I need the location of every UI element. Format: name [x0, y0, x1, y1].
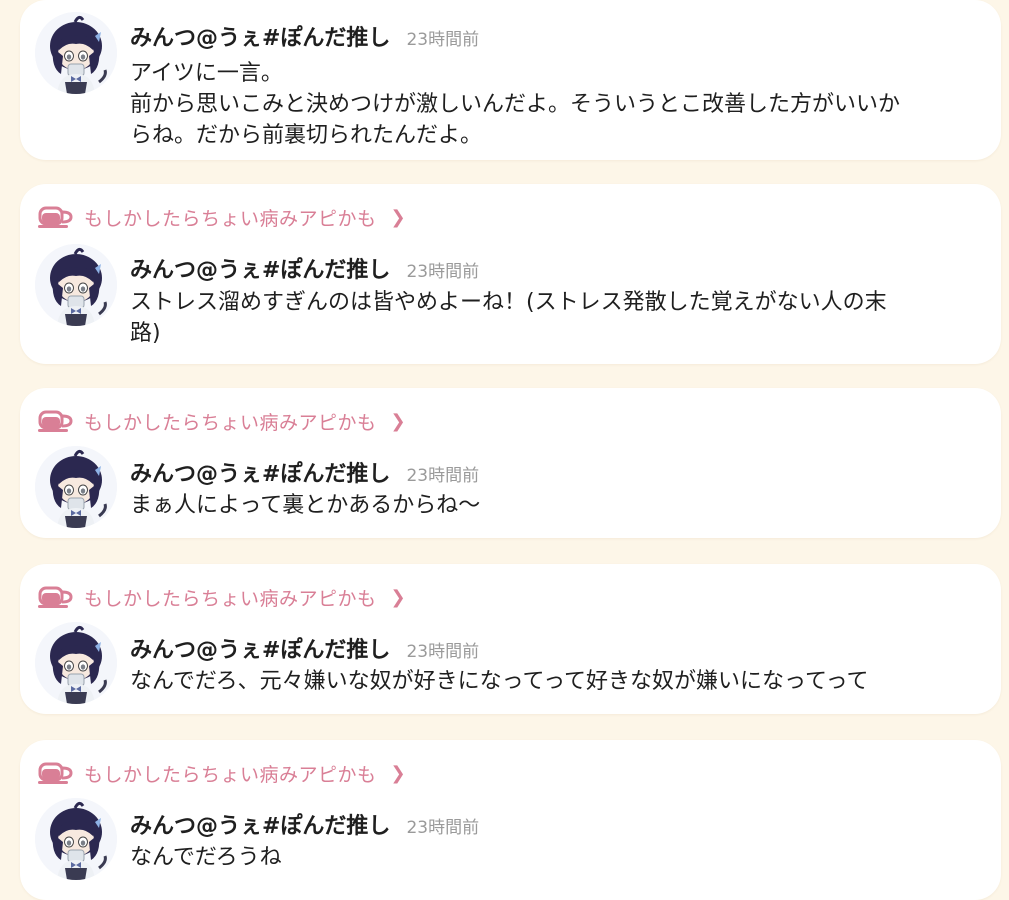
post-text: まぁ人によって裏とかあるからね〜: [130, 493, 481, 518]
username[interactable]: みんつ@うぇ#ぽんだ推し: [130, 632, 390, 664]
teacup-icon: [38, 206, 73, 229]
avatar[interactable]: [35, 12, 117, 94]
post-header: みんつ@うぇ#ぽんだ推し 23時間前: [130, 632, 479, 664]
post-text: なんでだろうね: [130, 845, 282, 870]
mood-badge[interactable]: もしかしたらちょい病みアピかも ❯: [38, 582, 406, 612]
timestamp: 23時間前: [406, 642, 480, 662]
avatar[interactable]: [35, 446, 117, 528]
timestamp: 23時間前: [406, 818, 480, 838]
username[interactable]: みんつ@うぇ#ぽんだ推し: [130, 20, 390, 52]
chevron-right-icon: ❯: [390, 586, 406, 608]
mood-badge-label: もしかしたらちょい病みアピかも: [84, 207, 377, 230]
post-header: みんつ@うぇ#ぽんだ推し 23時間前: [130, 808, 479, 840]
chevron-right-icon: ❯: [390, 206, 406, 228]
post-card[interactable]: もしかしたらちょい病みアピかも ❯ みんつ@うぇ#ぽんだ推し 23時間前 まぁ人…: [20, 388, 1001, 538]
post-text: アイツに一言。 前から思いこみと決めつけが激しいんだよ。そういうとこ改善した方が…: [130, 61, 901, 148]
post-text: ストレス溜めすぎんのは皆やめよーね！(ストレス発散した覚えがない人の末 路): [130, 290, 887, 346]
username[interactable]: みんつ@うぇ#ぽんだ推し: [130, 252, 390, 284]
chevron-right-icon: ❯: [390, 762, 406, 784]
timestamp: 23時間前: [406, 262, 480, 282]
post-card[interactable]: みんつ@うぇ#ぽんだ推し 23時間前 アイツに一言。 前から思いこみと決めつけが…: [20, 0, 1001, 160]
timestamp: 23時間前: [406, 30, 480, 50]
post-header: みんつ@うぇ#ぽんだ推し 23時間前: [130, 456, 479, 488]
teacup-icon: [38, 762, 73, 785]
avatar[interactable]: [35, 622, 117, 704]
teacup-icon: [38, 586, 73, 609]
mood-badge[interactable]: もしかしたらちょい病みアピかも ❯: [38, 202, 406, 232]
mood-badge[interactable]: もしかしたらちょい病みアピかも ❯: [38, 406, 406, 436]
timestamp: 23時間前: [406, 466, 480, 486]
post-card[interactable]: もしかしたらちょい病みアピかも ❯ みんつ@うぇ#ぽんだ推し 23時間前 なんで…: [20, 564, 1001, 714]
post-card[interactable]: もしかしたらちょい病みアピかも ❯ みんつ@うぇ#ぽんだ推し 23時間前 なんで…: [20, 740, 1001, 900]
mood-badge-label: もしかしたらちょい病みアピかも: [84, 587, 377, 610]
post-text: なんでだろ、元々嫌いな奴が好きになってって好きな奴が嫌いになってって: [130, 669, 869, 694]
post-card[interactable]: もしかしたらちょい病みアピかも ❯ みんつ@うぇ#ぽんだ推し 23時間前 ストレ…: [20, 184, 1001, 364]
mood-badge-label: もしかしたらちょい病みアピかも: [84, 763, 377, 786]
post-header: みんつ@うぇ#ぽんだ推し 23時間前: [130, 252, 479, 284]
teacup-icon: [38, 410, 73, 433]
username[interactable]: みんつ@うぇ#ぽんだ推し: [130, 808, 390, 840]
avatar[interactable]: [35, 244, 117, 326]
mood-badge-label: もしかしたらちょい病みアピかも: [84, 411, 377, 434]
post-header: みんつ@うぇ#ぽんだ推し 23時間前: [130, 20, 479, 52]
username[interactable]: みんつ@うぇ#ぽんだ推し: [130, 456, 390, 488]
chevron-right-icon: ❯: [390, 410, 406, 432]
avatar[interactable]: [35, 798, 117, 880]
mood-badge[interactable]: もしかしたらちょい病みアピかも ❯: [38, 758, 406, 788]
